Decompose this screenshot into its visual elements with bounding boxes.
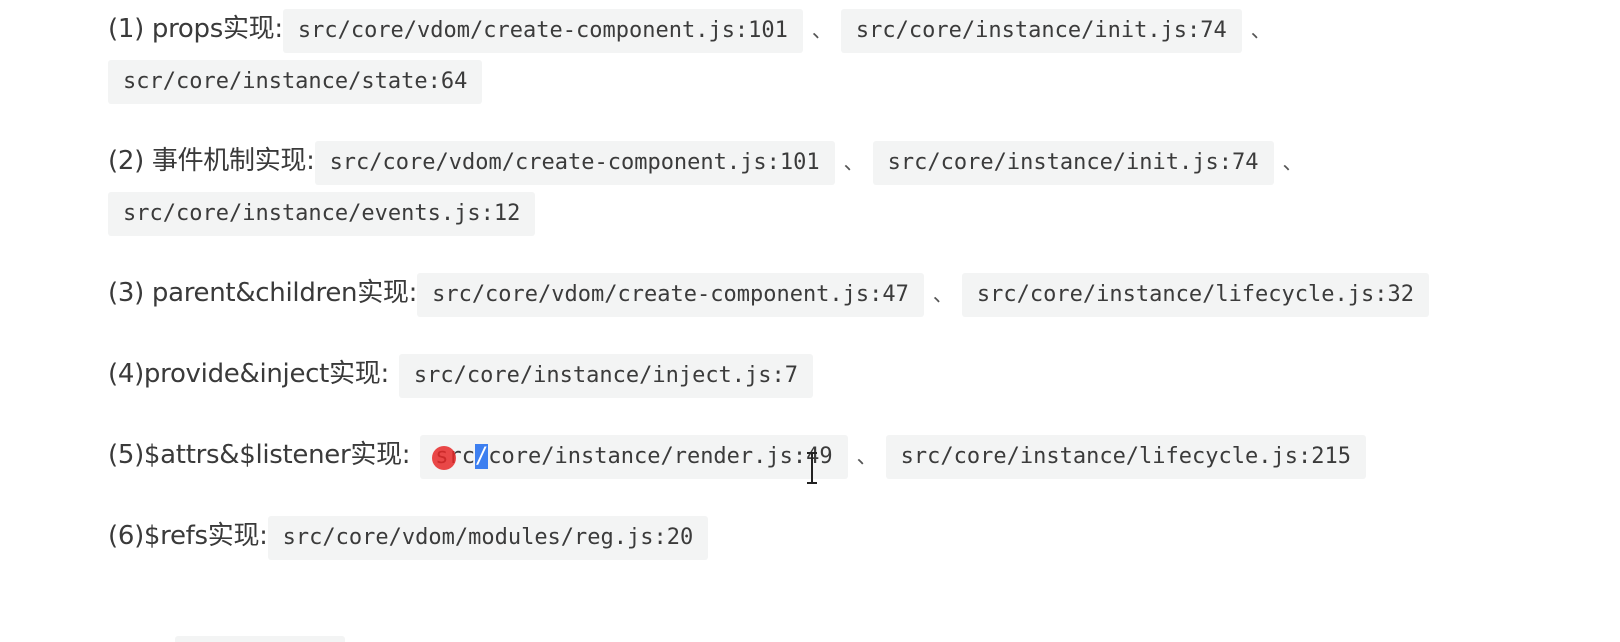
item-label: (1) props实现: [108, 14, 283, 44]
document-body: (1) props实现: src/core/vdom/create-compone… [108, 0, 1588, 562]
partial-code-block [175, 636, 345, 642]
item-label: (6)$refs实现: [108, 521, 268, 551]
code-path[interactable]: src/core/instance/events.js:12 [108, 192, 536, 236]
item-label: (3) parent&children实现: [108, 278, 418, 308]
code-path[interactable]: src/core/instance/inject.js:7 [398, 354, 814, 398]
list-item-props: (1) props实现: src/core/vdom/create-compone… [108, 4, 1588, 106]
code-path[interactable]: src/core/instance/lifecycle.js:215 [885, 435, 1366, 479]
separator: 、 [1250, 18, 1271, 42]
separator: 、 [856, 444, 877, 468]
code-path[interactable]: src/core/vdom/create-component.js:101 [282, 9, 803, 53]
list-item-provide-inject: (4)provide&inject实现: src/core/instance/in… [108, 349, 1588, 400]
item-label: (5)$attrs&$listener实现: [108, 440, 411, 470]
code-fragment: c [461, 444, 476, 469]
code-path[interactable]: src/core/vdom/modules/reg.js:20 [267, 516, 709, 560]
list-item-events: (2) 事件机制实现: src/core/vdom/create-componen… [108, 136, 1588, 238]
separator: 、 [811, 18, 832, 42]
separator: 、 [932, 282, 953, 306]
code-fragment: core/instance/render.js:49 [488, 444, 833, 469]
code-path-selected[interactable]: src/core/instance/render.js:49 [420, 435, 848, 479]
code-path[interactable]: src/core/instance/init.js:74 [872, 141, 1274, 185]
item-label: (4)provide&inject实现: [108, 359, 389, 389]
code-path[interactable]: src/core/instance/lifecycle.js:32 [961, 273, 1429, 317]
list-item-attrs-listener: (5)$attrs&$listener实现: src/core/instance/… [108, 430, 1588, 481]
separator: 、 [1282, 150, 1303, 174]
code-path[interactable]: src/core/vdom/create-component.js:101 [314, 141, 835, 185]
code-path[interactable]: src/core/vdom/create-component.js:47 [417, 273, 924, 317]
code-path[interactable]: src/core/instance/init.js:74 [840, 9, 1242, 53]
list-item-refs: (6)$refs实现: src/core/vdom/modules/reg.js:… [108, 511, 1588, 562]
code-path[interactable]: scr/core/instance/state:64 [108, 60, 483, 104]
separator: 、 [843, 150, 864, 174]
text-selection: / [475, 444, 489, 469]
list-item-parent-children: (3) parent&children实现: src/core/vdom/crea… [108, 268, 1588, 319]
text-cursor-icon [807, 452, 817, 484]
item-label: (2) 事件机制实现: [108, 146, 315, 176]
